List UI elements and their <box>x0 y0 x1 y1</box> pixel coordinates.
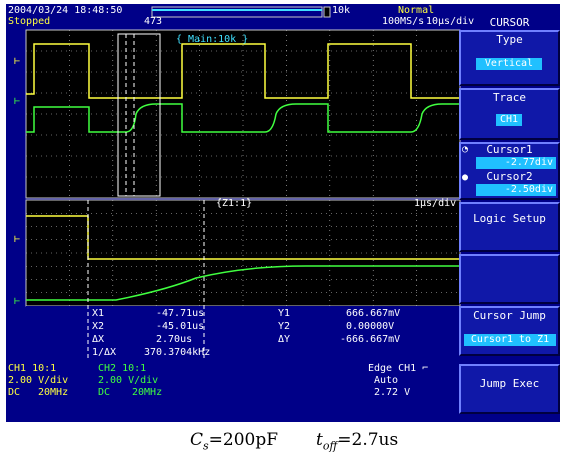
cursor1-value: -2.77div <box>476 157 556 169</box>
blank-softkey[interactable] <box>459 254 560 304</box>
main-window-label: { Main:10k } <box>176 34 249 45</box>
dx-label: ΔX <box>92 334 105 345</box>
dy-value: -666.667mV <box>340 334 401 345</box>
ch2-name: CH2 10:1 <box>98 363 147 374</box>
oscilloscope-screen: ⊢ ⊢ ⊢ ⊢ 2004/03/24 18:48:50 Stopped 473 10k… <box>6 4 560 422</box>
record-number: 473 <box>144 16 163 27</box>
ch1-name: CH1 10:1 <box>8 363 57 374</box>
type-label: Type <box>496 33 523 46</box>
y2-label: Y2 <box>278 321 291 332</box>
dy-label: ΔY <box>278 334 291 345</box>
y2-value: 0.00000V <box>346 321 395 332</box>
x2-label: X2 <box>92 321 105 332</box>
caption: Cs=200pF toff=2.7us <box>0 428 568 452</box>
ch1-bandwidth: 20MHz <box>38 387 69 398</box>
ch1-vdiv: 2.00 V/div <box>8 375 69 386</box>
trace-label: Trace <box>492 91 527 104</box>
zoom-window-label: {Z1:1} <box>216 198 253 209</box>
type-value: Vertical <box>476 58 542 70</box>
y1-value: 666.667mV <box>346 308 401 319</box>
jump-exec-label: Jump Exec <box>479 377 540 390</box>
logic-setup-softkey[interactable] <box>459 202 560 252</box>
dx-value: 2.70us <box>156 334 193 345</box>
trigger-level: 2.72 V <box>374 387 411 398</box>
zoom-ratio: 10k <box>332 5 351 16</box>
ch2-main-marker: ⊢ <box>14 96 20 107</box>
ch2-vdiv: 2.00 V/div <box>98 375 159 386</box>
toff-caption: toff=2.7us <box>316 430 399 453</box>
record-bar-fill <box>152 9 322 11</box>
ch1-zoom-marker: ⊢ <box>14 234 20 245</box>
inv-dx-value: 370.3704kHz <box>144 347 211 358</box>
ch1-coupling: DC <box>8 387 21 398</box>
cursor2-label: Cursor2 <box>486 170 533 183</box>
y1-label: Y1 <box>278 308 291 319</box>
date-time: 2004/03/24 18:48:50 <box>8 5 123 16</box>
cursor1-label: Cursor1 <box>486 143 533 156</box>
inv-dx-label: 1/ΔX <box>92 347 117 358</box>
ch1-main-marker: ⊢ <box>14 56 20 67</box>
logic-setup-label: Logic Setup <box>473 212 546 225</box>
ch2-coupling: DC <box>98 387 111 398</box>
sample-rate: 100MS/s <box>382 16 425 27</box>
cursor-jump-label: Cursor Jump <box>473 309 546 322</box>
ch2-bandwidth: 20MHz <box>132 387 163 398</box>
cursor2-value: -2.50div <box>476 184 556 196</box>
trace-value: CH1 <box>496 114 522 126</box>
trigger-source: Edge CH1 ⌐ <box>368 363 429 374</box>
cursor-jump-value: Cursor1 to Z1 <box>464 334 556 346</box>
cs-caption: Cs=200pF <box>190 430 279 453</box>
record-bar-end <box>323 6 331 18</box>
menu-title: CURSOR <box>489 16 530 29</box>
ch2-zoom-marker: ⊢ <box>14 296 20 307</box>
zoom-time-div: 1μs/div <box>414 198 457 209</box>
acquisition-state: Stopped <box>8 16 51 27</box>
trigger-mode: Normal <box>398 5 435 16</box>
x2-value: -45.01us <box>156 321 205 332</box>
x1-value: -47.71us <box>156 308 205 319</box>
x1-label: X1 <box>92 308 105 319</box>
trigger-mode-auto: Auto <box>374 375 399 386</box>
